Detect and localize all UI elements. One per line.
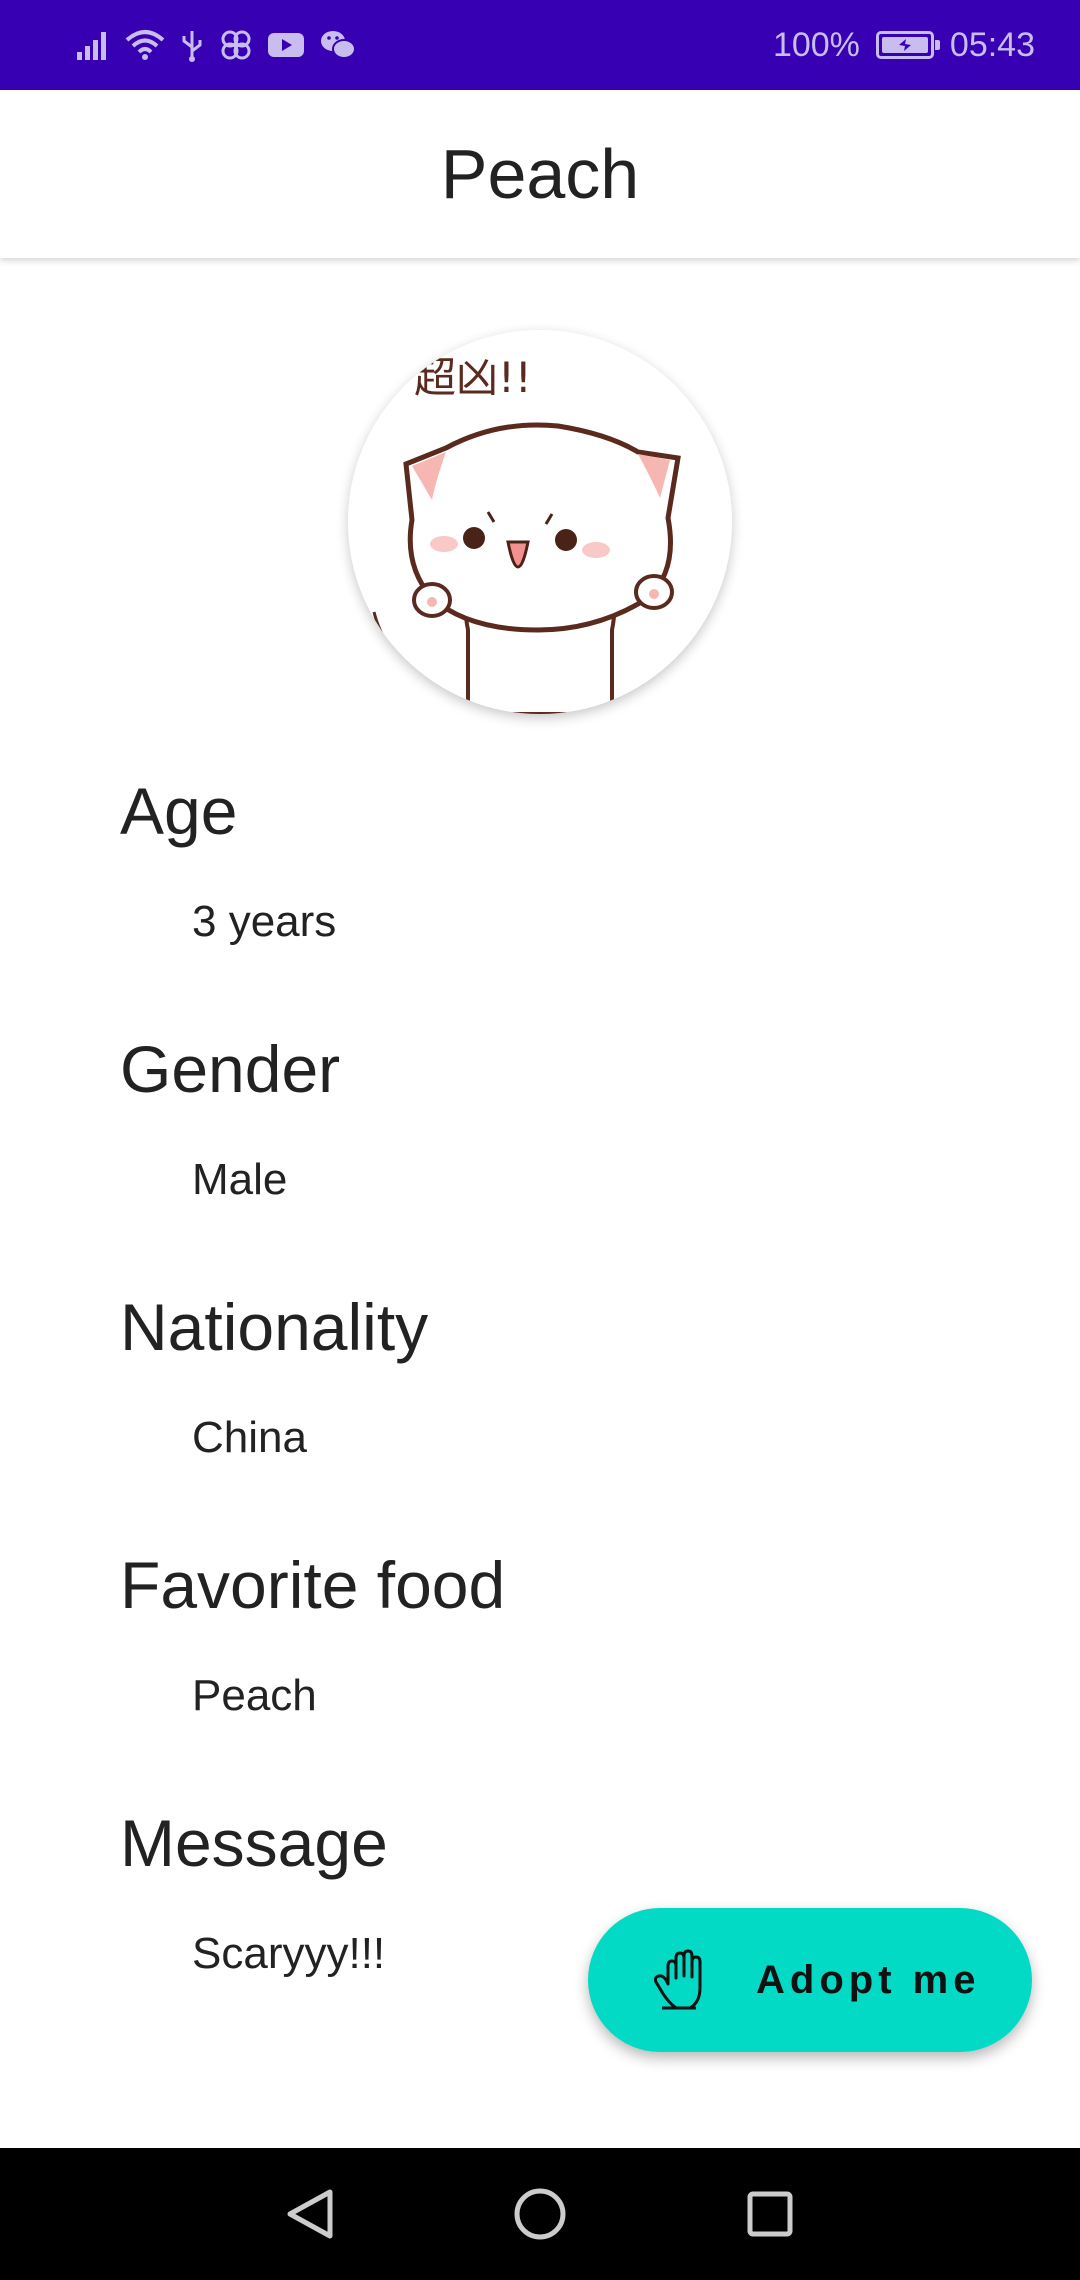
usb-icon [179,27,205,63]
hand-icon [650,1946,718,2014]
field-value: Peach [192,1671,317,1720]
fan-icon [219,28,253,62]
signal-icon [75,28,111,62]
field-favorite-food: Favorite food Peach [120,1552,505,1718]
avatar: 超凶!! [348,330,732,714]
field-nationality: Nationality China [120,1294,428,1460]
field-gender: Gender Male [120,1036,340,1202]
field-label: Message [120,1806,388,1880]
battery-icon [875,31,940,59]
field-label: Favorite food [120,1548,506,1622]
field-age: Age 3 years [120,778,336,944]
pet-details: 超凶!! Age 3 years Gender Male Nationality… [0,258,1080,2148]
back-icon[interactable] [280,2184,340,2244]
adopt-me-button[interactable]: Adopt me [588,1908,1032,2052]
status-bar: 100% 05:43 [0,0,1080,90]
field-label: Age [120,774,238,848]
system-nav-bar [0,2148,1080,2280]
adopt-me-label: Adopt me [756,1957,981,2002]
field-message: Message Scaryyy!!! [120,1810,388,1976]
cat-sticker-image: 超凶!! [348,330,732,714]
field-value: 3 years [192,897,337,946]
youtube-icon [267,30,305,60]
wechat-icon [319,28,357,62]
field-label: Gender [120,1032,341,1106]
recents-icon[interactable] [740,2184,800,2244]
field-label: Nationality [120,1290,429,1364]
field-value: China [192,1413,307,1462]
sticker-caption: 超凶!! [414,353,532,402]
app-bar: Peach [0,90,1080,258]
status-right: 100% 05:43 [773,26,1035,65]
home-icon[interactable] [510,2184,570,2244]
field-value: Male [192,1155,288,1204]
status-icons [75,27,357,63]
clock: 05:43 [949,25,1035,64]
battery-percent: 100% [772,25,860,64]
field-value: Scaryyy!!! [192,1929,386,1978]
page-title: Peach [440,135,640,213]
wifi-icon [125,28,165,62]
